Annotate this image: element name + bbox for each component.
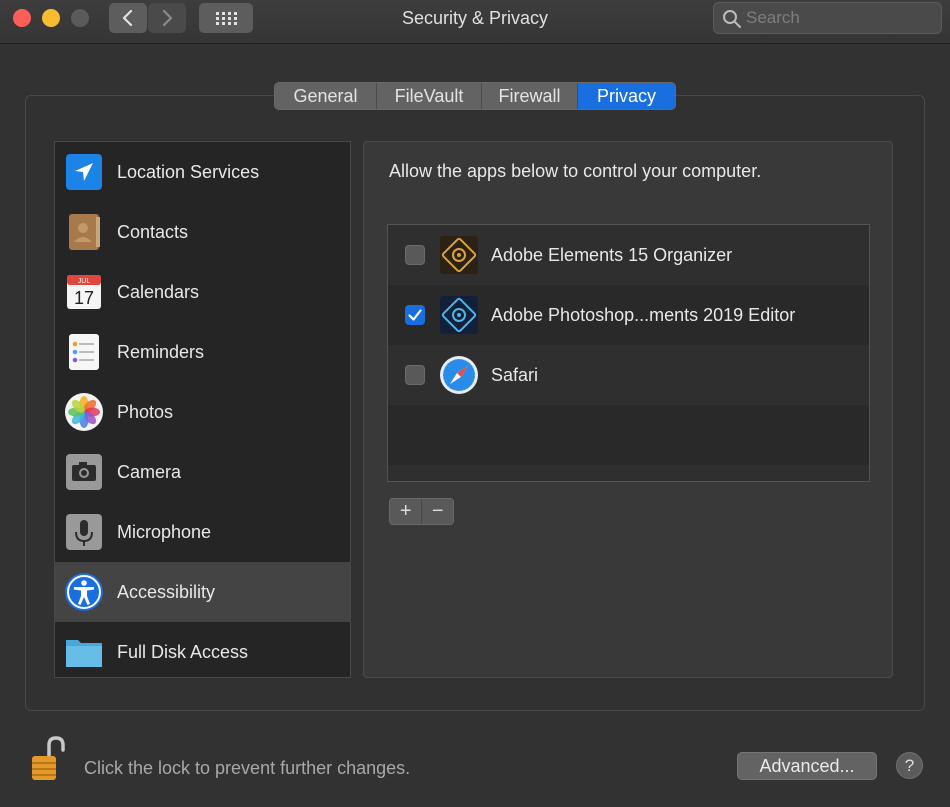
tab-filevault[interactable]: FileVault xyxy=(377,83,482,109)
app-name: Adobe Elements 15 Organizer xyxy=(491,244,733,265)
sidebar-item-label: Camera xyxy=(117,461,182,482)
sidebar-item-label: Microphone xyxy=(117,521,212,542)
sidebar-item-label: Full Disk Access xyxy=(117,641,249,662)
app-name: Adobe Photoshop...ments 2019 Editor xyxy=(491,304,796,325)
svg-text:17: 17 xyxy=(74,288,94,308)
add-app-button[interactable]: + xyxy=(390,499,422,524)
sidebar-item-location-services[interactable]: Location Services xyxy=(55,142,350,202)
list-empty-row xyxy=(388,465,869,481)
folder-icon xyxy=(66,640,102,667)
accessibility-icon xyxy=(65,573,103,611)
lock-icon[interactable] xyxy=(30,736,68,782)
sidebar-item-calendars[interactable]: JUL 17 Calendars xyxy=(55,262,350,322)
contacts-book-icon xyxy=(69,214,100,250)
tab-privacy[interactable]: Privacy xyxy=(578,83,675,109)
calendar-icon: JUL 17 xyxy=(67,275,101,309)
remove-app-button[interactable]: − xyxy=(421,499,453,524)
sidebar-item-label: Calendars xyxy=(117,281,200,302)
tab-firewall[interactable]: Firewall xyxy=(482,83,578,109)
app-enable-checkbox[interactable] xyxy=(405,305,425,325)
sidebar-item-label: Reminders xyxy=(117,341,205,362)
search-icon xyxy=(723,10,741,28)
sidebar-item-microphone[interactable]: Microphone xyxy=(55,502,350,562)
list-empty-row xyxy=(388,405,869,465)
app-list: Adobe Elements 15 Organizer Adobe Photos… xyxy=(387,224,870,482)
search-input[interactable] xyxy=(746,8,936,28)
adobe-photoshop-elements-icon xyxy=(440,296,478,334)
location-arrow-icon xyxy=(66,154,102,190)
list-item[interactable]: Safari xyxy=(388,345,869,405)
camera-icon xyxy=(66,454,102,490)
sidebar-item-label: Contacts xyxy=(117,221,189,242)
sidebar-item-camera[interactable]: Camera xyxy=(55,442,350,502)
search-field[interactable] xyxy=(713,2,942,34)
tab-bar: General FileVault Firewall Privacy xyxy=(274,82,676,110)
sidebar-item-full-disk-access[interactable]: Full Disk Access xyxy=(55,622,350,677)
app-enable-checkbox[interactable] xyxy=(405,365,425,385)
privacy-description: Allow the apps below to control your com… xyxy=(389,161,762,181)
sidebar-item-accessibility[interactable]: Accessibility xyxy=(55,562,350,622)
app-name: Safari xyxy=(491,364,539,385)
add-remove-buttons: + − xyxy=(389,498,454,525)
lock-status-text: Click the lock to prevent further change… xyxy=(84,758,411,778)
sidebar-item-photos[interactable]: Photos xyxy=(55,382,350,442)
adobe-organizer-icon xyxy=(440,236,478,274)
sidebar-item-label: Photos xyxy=(117,401,174,422)
title-bar: Security & Privacy xyxy=(0,0,950,44)
list-item[interactable]: Adobe Photoshop...ments 2019 Editor xyxy=(388,285,869,345)
photos-flower-icon xyxy=(65,393,103,431)
sidebar-item-contacts[interactable]: Contacts xyxy=(55,202,350,262)
sidebar-item-label: Location Services xyxy=(117,161,260,182)
app-enable-checkbox[interactable] xyxy=(405,245,425,265)
sidebar-item-label: Accessibility xyxy=(117,581,216,602)
help-button[interactable]: ? xyxy=(896,752,923,779)
list-item[interactable]: Adobe Elements 15 Organizer xyxy=(388,225,869,285)
safari-compass-icon xyxy=(440,356,478,394)
reminders-icon xyxy=(69,334,99,370)
svg-text:JUL: JUL xyxy=(78,278,91,285)
advanced-button[interactable]: Advanced... xyxy=(737,752,877,780)
privacy-category-list: Location Services Contacts JUL 17 Calend… xyxy=(54,141,351,678)
sidebar-item-reminders[interactable]: Reminders xyxy=(55,322,350,382)
checkmark-icon xyxy=(408,309,422,321)
tab-general[interactable]: General xyxy=(275,83,377,109)
microphone-icon xyxy=(66,514,102,550)
